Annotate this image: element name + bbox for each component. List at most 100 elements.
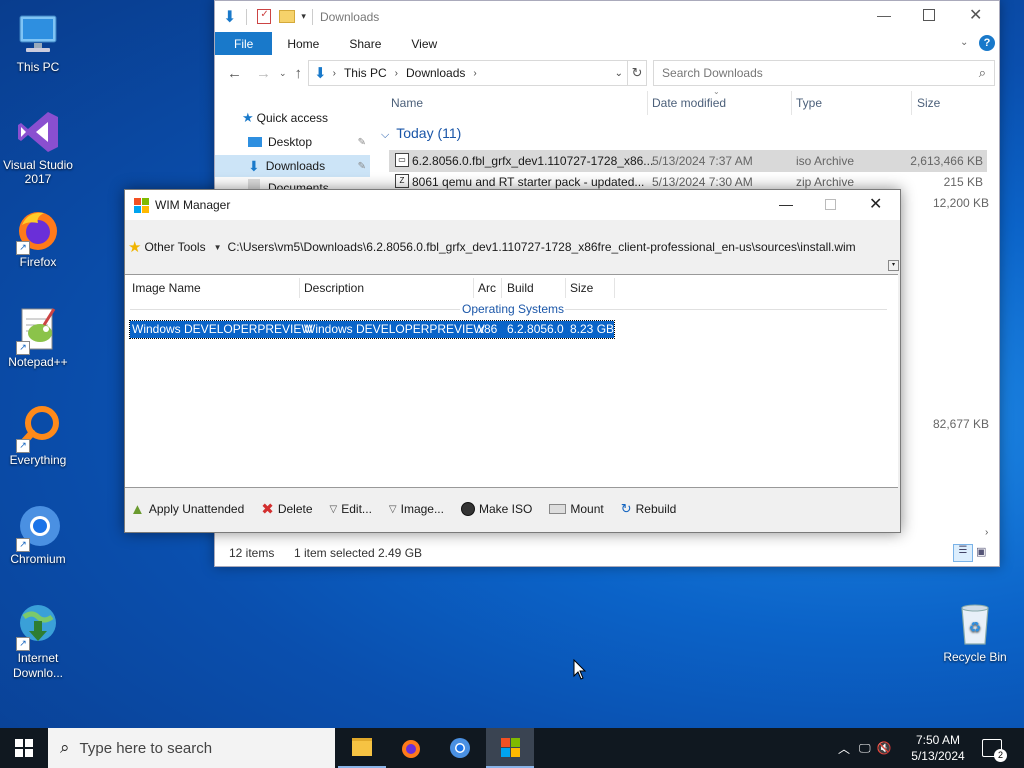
tab-home[interactable]: Home [272, 32, 334, 55]
desktop-icon-firefox[interactable]: ↗ Firefox [0, 205, 76, 269]
shortcut-arrow-icon: ↗ [16, 241, 30, 255]
desktop-icon-everything[interactable]: ↗ Everything [0, 403, 76, 467]
scroll-right-icon[interactable]: › [985, 527, 988, 538]
list-item-selected[interactable]: Windows DEVELOPERPREVIEW Windows DEVELOP… [129, 320, 615, 339]
details-view-icon[interactable]: ☰ [953, 544, 973, 562]
notifications-button[interactable]: 2 [982, 728, 1007, 768]
help-icon[interactable]: ? [979, 35, 995, 51]
search-input[interactable]: Search Downloads ⌕ [653, 60, 996, 86]
mount-button[interactable]: Mount [549, 502, 604, 516]
desktop-icon-chromium[interactable]: ↗ Chromium [0, 502, 76, 566]
clock[interactable]: 7:50 AM 5/13/2024 [904, 728, 972, 768]
other-tools-menu[interactable]: Other Tools [144, 240, 205, 254]
desktop-icon-label: Internet Downlo... [12, 651, 64, 680]
column-header-size[interactable]: Size [570, 281, 593, 295]
large-icons-view-icon[interactable]: ▣ [976, 545, 990, 558]
edit-button[interactable]: ▽ Edit... [330, 502, 372, 516]
shortcut-arrow-icon: ↗ [16, 439, 30, 453]
ribbon-expand-icon[interactable]: ⌄ [960, 37, 968, 48]
file-date: 5/13/2024 7:37 AM [652, 154, 753, 168]
taskbar-search-input[interactable]: ⌕ Type here to search [48, 728, 335, 768]
desktop-icon-label: Everything [9, 453, 67, 467]
image-list[interactable]: Image Name Description Arc Build Size Op… [125, 274, 898, 488]
chevron-right-icon: › [332, 67, 336, 79]
taskbar-wim-manager[interactable] [486, 728, 534, 768]
taskbar-file-explorer[interactable] [338, 728, 386, 768]
desktop-icon-this-pc[interactable]: This PC [0, 10, 76, 74]
breadcrumb-downloads[interactable]: Downloads [406, 66, 465, 80]
close-button[interactable]: ✕ [969, 5, 982, 25]
shortcut-arrow-icon: ↗ [16, 637, 30, 651]
file-size: 215 KB [943, 175, 983, 189]
taskbar-firefox[interactable] [387, 728, 435, 768]
tab-share[interactable]: Share [334, 32, 396, 55]
nav-downloads[interactable]: ⬇ Downloads ✎ [215, 155, 370, 177]
wim-toolbar: ★ Other Tools ▼ C:\Users\vm5\Downloads\6… [125, 220, 900, 274]
quick-access-dropdown-icon[interactable]: ▾ [301, 11, 306, 22]
wim-manager-window: WIM Manager — ✕ ★ Other Tools ▼ C:\Users… [124, 189, 901, 533]
address-dropdown-icon[interactable]: ⌄ [615, 68, 623, 79]
address-bar[interactable]: ⬇ › This PC › Downloads › ⌄ [308, 60, 629, 86]
chromium-icon [450, 738, 470, 758]
start-button[interactable] [0, 728, 48, 768]
column-header-arc[interactable]: Arc [478, 281, 496, 295]
maximize-button[interactable] [923, 9, 935, 21]
network-icon[interactable]: 🖵 [859, 741, 871, 756]
column-header-build[interactable]: Build [507, 281, 534, 295]
address-row: ← → ⌄ ↑ ⬇ › This PC › Downloads › ⌄ ↻ Se… [215, 55, 999, 91]
desktop-icon-visual-studio[interactable]: Visual Studio 2017 [0, 108, 76, 186]
desktop-icon-recycle-bin[interactable]: ♻ Recycle Bin [937, 600, 1013, 664]
new-folder-icon[interactable] [279, 10, 296, 23]
desktop-icon-internet-download[interactable]: ↗ Internet Downlo... [0, 601, 76, 681]
column-header-date[interactable]: Date modified [652, 96, 726, 110]
make-iso-button[interactable]: Make ISO [460, 502, 532, 516]
folder-icon [352, 738, 372, 756]
nav-documents[interactable]: Documents [215, 179, 370, 189]
volume-muted-icon[interactable]: 🔇 [877, 741, 892, 755]
maximize-button[interactable] [825, 199, 836, 210]
desktop-icon-label: Recycle Bin [943, 650, 1007, 664]
delete-x-icon: ✖ [261, 501, 274, 518]
download-arrow-icon: ⬇ [314, 65, 327, 82]
chevron-up-icon[interactable]: ︿ [838, 740, 850, 757]
properties-icon[interactable]: ✓ [257, 9, 272, 24]
column-header-description[interactable]: Description [304, 281, 364, 295]
dropdown-arrow-icon[interactable]: ▼ [214, 243, 222, 252]
refresh-icon[interactable]: ↻ [628, 60, 648, 86]
taskbar-chromium[interactable] [436, 728, 484, 768]
nav-quick-access[interactable]: ★ Quick access [215, 107, 370, 129]
file-row[interactable]: ▭ 6.2.8056.0.fbl_grfx_dev1.110727-1728_x… [389, 150, 987, 172]
overflow-icon[interactable]: ▾ [888, 260, 899, 271]
nav-desktop[interactable]: Desktop ✎ [215, 131, 370, 153]
column-header-size[interactable]: Size [917, 96, 940, 110]
recent-dropdown-icon[interactable]: ⌄ [279, 68, 287, 79]
back-arrow-icon[interactable]: ← [227, 65, 242, 82]
forward-arrow-icon[interactable]: → [256, 65, 271, 82]
apply-unattended-button[interactable]: ▲ Apply Unattended [130, 501, 244, 518]
desktop-icon-notepadpp[interactable]: ↗ Notepad++ [0, 305, 76, 369]
tab-view[interactable]: View [396, 32, 452, 55]
rebuild-button[interactable]: ↻ Rebuild [621, 501, 677, 517]
breadcrumb-this-pc[interactable]: This PC [344, 66, 387, 80]
chevron-down-icon: ⌵ [381, 129, 390, 141]
tab-file[interactable]: File [215, 32, 273, 55]
pin-icon[interactable]: ✎ [358, 161, 366, 172]
pin-icon[interactable]: ✎ [358, 137, 366, 148]
column-header-type[interactable]: Type [796, 96, 822, 110]
title-bar: ⬇ ✓ ▾ Downloads — ✕ [215, 1, 999, 32]
group-header-today[interactable]: ⌵ Today (11) [381, 125, 461, 142]
clock-time: 7:50 AM [915, 733, 961, 747]
file-date: 5/13/2024 7:30 AM [652, 175, 753, 189]
delete-button[interactable]: ✖ Delete [261, 500, 312, 518]
minimize-button[interactable]: — [877, 7, 891, 23]
image-size: 8.23 GB [570, 322, 615, 336]
minimize-button[interactable]: — [779, 196, 793, 212]
column-header-name[interactable]: Name [391, 96, 423, 110]
search-placeholder: Search Downloads [662, 66, 763, 80]
column-header-image-name[interactable]: Image Name [132, 281, 201, 295]
file-name: 6.2.8056.0.fbl_grfx_dev1.110727-1728_x86… [412, 154, 654, 168]
image-button[interactable]: ▽ Image... [389, 502, 444, 516]
close-button[interactable]: ✕ [869, 194, 882, 214]
up-arrow-icon[interactable]: ↑ [295, 65, 303, 82]
status-size: 2.49 GB [378, 546, 423, 560]
